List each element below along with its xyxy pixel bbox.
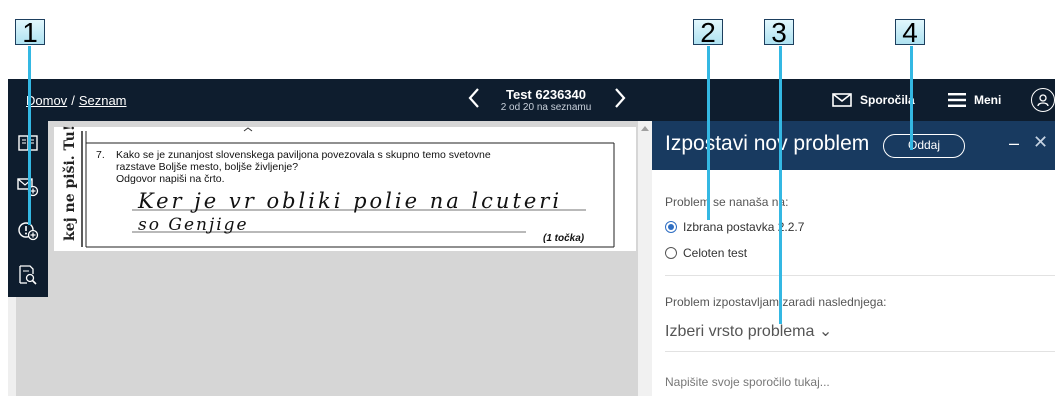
scanned-answer: kej ne piši. Tu! 7. Kako se je zunanjost… <box>54 125 636 251</box>
callout-3: 3 <box>764 19 794 47</box>
reason-label: Problem izpostavljam zaradi naslednjega: <box>665 295 887 309</box>
handwritten-answer-line-2: so Genjige <box>138 215 249 235</box>
option-whole-test-label: Celoten test <box>683 246 748 260</box>
margin-text: kej ne piši. Tu! <box>62 124 78 242</box>
viewer-scrollbar[interactable] <box>638 121 652 396</box>
test-position: 2 od 20 na seznamu <box>500 102 592 113</box>
question-line-1: Kako se je zunanjost slovenskega paviljo… <box>116 149 491 161</box>
test-title: Test 6236340 <box>506 87 586 102</box>
relates-to-label: Problem se nanaša na: <box>665 195 789 209</box>
close-button[interactable]: ✕ <box>1033 132 1048 153</box>
breadcrumb-separator: / <box>71 93 75 108</box>
callout-1: 1 <box>15 19 45 47</box>
report-problem-panel: Izpostavi nov problem Oddaj – ✕ Problem … <box>652 121 1055 396</box>
callout-4-line <box>910 46 913 150</box>
callout-2-line <box>707 46 710 220</box>
callout-1-line <box>28 46 31 225</box>
breadcrumb-home-link[interactable]: Domov <box>26 93 67 108</box>
divider <box>665 275 1055 276</box>
previous-test-button[interactable] <box>463 87 485 113</box>
user-icon <box>1037 94 1049 107</box>
next-test-button[interactable] <box>609 87 631 113</box>
points-label: (1 točka) <box>543 233 585 244</box>
option-selected-item[interactable]: Izbrana postavka 2.2.7 <box>665 220 804 234</box>
minimize-button[interactable]: – <box>1009 133 1019 154</box>
callout-2: 2 <box>693 19 723 47</box>
problem-type-select[interactable]: Izberi vrsto problema ⌄ <box>665 321 832 341</box>
top-bar: Domov / Seznam Test 6236340 2 od 20 na sez… <box>8 79 1055 121</box>
scroll-up-arrow-icon[interactable] <box>641 126 649 131</box>
question-line-3: Odgovor napiši na črto. <box>116 173 225 185</box>
envelope-icon <box>832 93 852 107</box>
radio-selected-item[interactable] <box>665 221 677 233</box>
handwritten-answer-line-1: Ker je vr obliki polie na lcuteri <box>138 189 563 213</box>
messages-label: Sporočila <box>860 93 915 107</box>
menu-label: Meni <box>974 93 1002 107</box>
document-viewer[interactable]: kej ne piši. Tu! 7. Kako se je zunanjost… <box>8 121 652 396</box>
panel-title: Izpostavi nov problem <box>665 132 870 155</box>
question-line-2: razstave Boljše mesto, boljše življenje? <box>116 161 299 173</box>
radio-whole-test[interactable] <box>665 247 677 259</box>
divider <box>665 351 1055 352</box>
user-account-button[interactable] <box>1031 88 1055 112</box>
callout-4: 4 <box>895 19 925 47</box>
callout-3-line <box>779 46 782 324</box>
panel-header: Izpostavi nov problem Oddaj – ✕ <box>652 121 1055 170</box>
option-selected-item-label: Izbrana postavka 2.2.7 <box>683 220 805 234</box>
breadcrumb: Domov / Seznam <box>26 93 127 108</box>
zoom-document-button[interactable] <box>8 255 48 295</box>
messages-button[interactable]: Sporočila <box>832 91 915 109</box>
question-number: 7. <box>96 149 105 161</box>
menu-button[interactable]: Meni <box>948 91 1001 109</box>
chevron-left-icon <box>468 88 479 108</box>
app-root: 1 2 3 4 Domov / Seznam Test 6236340 2 od 2… <box>0 0 1055 396</box>
chevron-right-icon <box>615 88 626 108</box>
zoom-document-icon <box>19 265 37 285</box>
hamburger-icon <box>948 93 966 107</box>
submit-button[interactable]: Oddaj <box>883 134 965 158</box>
option-whole-test[interactable]: Celoten test <box>665 246 747 260</box>
message-input[interactable] <box>665 375 1045 389</box>
breadcrumb-list-link[interactable]: Seznam <box>79 93 127 108</box>
